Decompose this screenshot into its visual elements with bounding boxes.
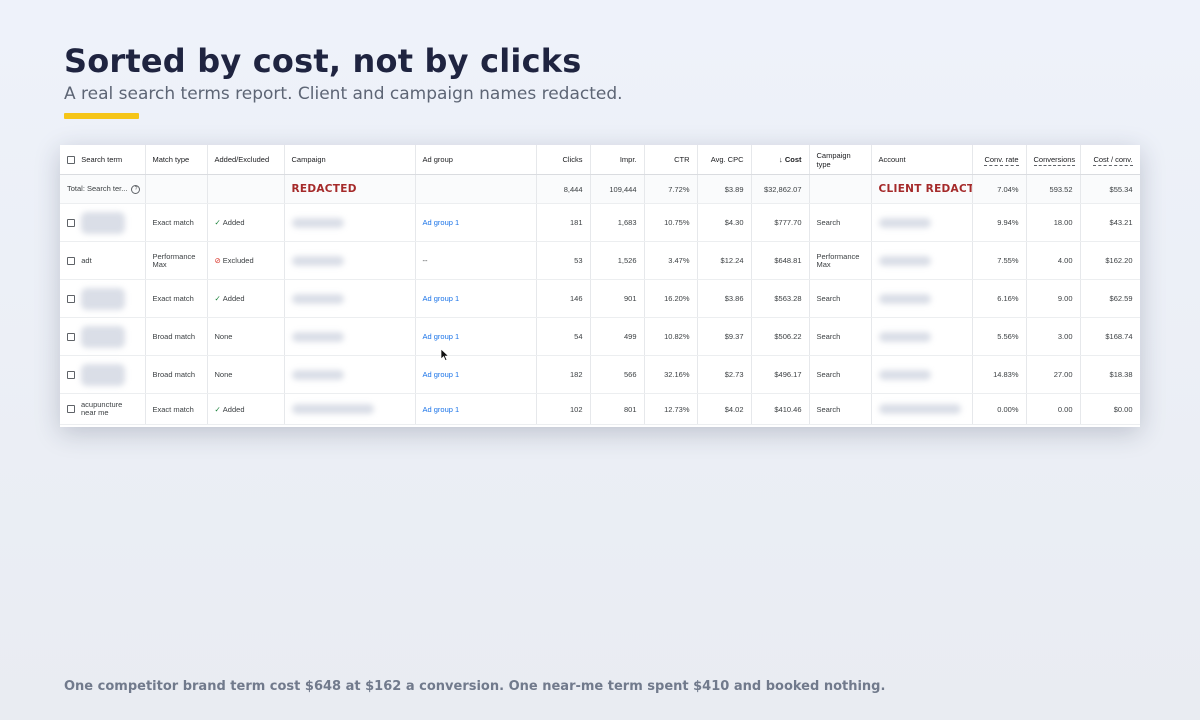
header-clicks[interactable]: Clicks	[536, 145, 591, 175]
redacted-blur	[81, 287, 126, 310]
redacted-blur	[291, 404, 374, 414]
header-conversions[interactable]: Conversions	[1026, 145, 1081, 175]
header-cost-sorted[interactable]: ↓ Cost	[751, 145, 810, 175]
total-impr: 109,444	[590, 174, 645, 204]
header-match-type[interactable]: Match type	[145, 145, 208, 175]
header-campaign-type[interactable]: Campaign type	[809, 145, 872, 175]
caption-text: One competitor brand term cost $648 at $…	[64, 679, 886, 694]
search-term-cell: adt	[60, 241, 146, 280]
header-added-excluded[interactable]: Added/Excluded	[207, 145, 285, 175]
block-icon: ⊘	[214, 256, 221, 265]
row-checkbox[interactable]	[67, 218, 75, 227]
header-account[interactable]: Account	[871, 145, 973, 175]
table-row[interactable]: Broad match None Ad group 1 182 566 32.1…	[60, 355, 1140, 394]
total-cost-per-conv: $55.34	[1080, 174, 1140, 204]
total-label: Total: Search ter...?	[60, 174, 146, 204]
header-cost-per-conv[interactable]: Cost / conv.	[1080, 145, 1140, 175]
checkmark-icon: ✓	[214, 294, 221, 303]
total-clicks: 8,444	[536, 174, 591, 204]
search-term-cell: acupuncture near me	[60, 393, 146, 425]
redacted-blur	[291, 255, 344, 266]
row-checkbox[interactable]	[67, 370, 75, 379]
table-row[interactable]: adt Performance Max ⊘ Excluded -- 53 1,52…	[60, 241, 1140, 280]
row-checkbox[interactable]	[67, 294, 75, 303]
page-title: Sorted by cost, not by clicks	[64, 42, 582, 80]
ad-group-link[interactable]: Ad group 1	[423, 332, 460, 341]
total-account: CLIENT REDACTED	[871, 174, 973, 204]
accent-bar	[64, 113, 139, 119]
total-conversions: 593.52	[1026, 174, 1081, 204]
table-header-row: Search term Match type Added/Excluded Ca…	[60, 145, 1140, 175]
header-impr[interactable]: Impr.	[590, 145, 645, 175]
help-circle-icon[interactable]: ?	[131, 184, 141, 194]
select-all-checkbox[interactable]	[67, 156, 75, 164]
search-term-cell	[60, 355, 146, 394]
search-terms-table: Search term Match type Added/Excluded Ca…	[60, 145, 1140, 425]
redacted-blur	[291, 369, 344, 380]
ad-group-link[interactable]: Ad group 1	[423, 294, 460, 303]
header-conv-rate[interactable]: Conv. rate	[972, 145, 1027, 175]
redacted-blur	[878, 255, 931, 266]
redacted-blur	[81, 325, 126, 348]
page-subtitle: A real search terms report. Client and c…	[64, 84, 623, 104]
search-term-cell	[60, 317, 146, 356]
checkmark-icon: ✓	[214, 404, 221, 414]
redacted-blur	[878, 217, 931, 228]
row-checkbox[interactable]	[67, 257, 75, 265]
mouse-pointer-icon	[440, 348, 450, 362]
header-ctr[interactable]: CTR	[644, 145, 698, 175]
total-avg-cpc: $3.89	[697, 174, 752, 204]
redacted-blur	[878, 331, 931, 342]
row-checkbox[interactable]	[67, 332, 75, 341]
redacted-blur	[878, 404, 961, 414]
row-checkbox[interactable]	[67, 405, 75, 413]
header-avg-cpc[interactable]: Avg. CPC	[697, 145, 752, 175]
checkmark-icon: ✓	[214, 218, 221, 227]
total-cost: $32,862.07	[751, 174, 810, 204]
redacted-blur	[291, 331, 344, 342]
redacted-blur	[291, 217, 344, 228]
ad-group-link[interactable]: Ad group 1	[423, 405, 460, 414]
redacted-blur	[878, 369, 931, 380]
header-ad-group[interactable]: Ad group	[415, 145, 537, 175]
redacted-blur	[878, 293, 931, 304]
redacted-blur	[291, 293, 344, 304]
search-term-cell	[60, 203, 146, 242]
total-ctr: 7.72%	[644, 174, 698, 204]
table-row[interactable]: Exact match ✓ Added Ad group 1 181 1,683 …	[60, 203, 1140, 242]
table-row[interactable]: Exact match ✓ Added Ad group 1 146 901 16…	[60, 279, 1140, 318]
total-row: Total: Search ter...? REDACTED 8,444 109…	[60, 174, 1140, 204]
search-term-cell	[60, 279, 146, 318]
redacted-blur	[81, 211, 126, 234]
header-campaign[interactable]: Campaign	[284, 145, 416, 175]
ad-group-link[interactable]: Ad group 1	[423, 218, 460, 227]
table-row[interactable]: Broad match None Ad group 1 54 499 10.82…	[60, 317, 1140, 356]
header-search-term[interactable]: Search term	[60, 145, 146, 175]
search-terms-report: Search term Match type Added/Excluded Ca…	[60, 145, 1140, 427]
redacted-blur	[81, 363, 126, 386]
table-row[interactable]: acupuncture near me Exact match ✓ Added A…	[60, 393, 1140, 425]
total-conv-rate: 7.04%	[972, 174, 1027, 204]
ad-group-link[interactable]: Ad group 1	[423, 370, 460, 379]
total-campaign: REDACTED	[284, 174, 416, 204]
